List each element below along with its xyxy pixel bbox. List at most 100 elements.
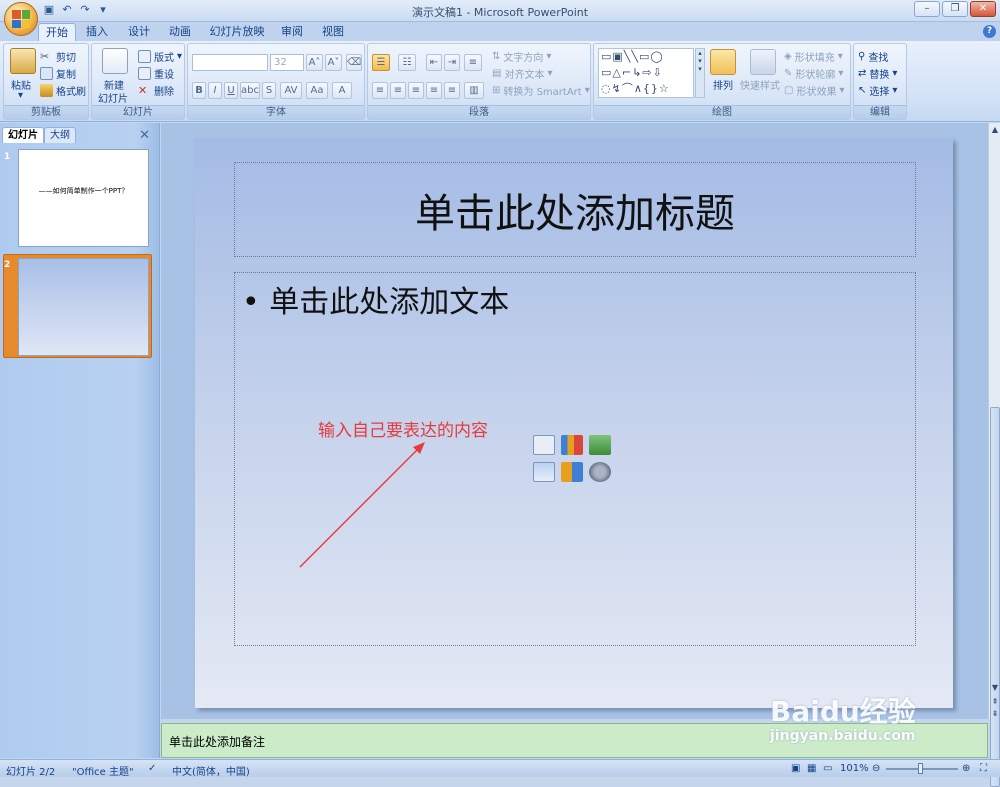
tab-slideshow[interactable]: 幻灯片放映	[208, 23, 266, 41]
find-button[interactable]: ⚲ 查找	[858, 49, 888, 64]
minimize-button[interactable]: –	[914, 1, 940, 17]
quick-styles-icon[interactable]	[750, 49, 776, 75]
paste-dropdown-icon[interactable]: ▾	[18, 90, 23, 101]
shapes-gallery[interactable]: ▭▣╲╲▭◯ ▭△⌐↳⇨⇩ ◌↯⌒∧{}☆	[598, 48, 694, 98]
char-spacing-button[interactable]: AV	[280, 82, 302, 99]
insert-chart-icon[interactable]	[561, 435, 583, 455]
layout-button[interactable]: 版式 ▾	[138, 49, 182, 64]
slideshow-view-icon[interactable]: ▭	[823, 763, 832, 774]
align-left-button[interactable]: ≡	[372, 82, 388, 99]
text-direction-button[interactable]: ⇅ 文字方向 ▾	[492, 49, 551, 64]
select-button[interactable]: ↖ 选择 ▾	[858, 83, 897, 98]
replace-button[interactable]: ⇄ 替换 ▾	[858, 66, 897, 81]
scrollbar-thumb[interactable]	[990, 407, 1000, 787]
change-case-button[interactable]: Aa	[306, 82, 328, 99]
close-button[interactable]: ✕	[970, 1, 996, 17]
tab-design[interactable]: 设计	[124, 23, 154, 41]
normal-view-icon[interactable]: ▣	[791, 763, 800, 774]
shape-effects-button[interactable]: ▢ 形状效果 ▾	[784, 83, 844, 98]
shape-fill-button[interactable]: ◈ 形状填充 ▾	[784, 49, 843, 64]
shrink-font-button[interactable]: A˅	[325, 54, 342, 71]
clear-format-button[interactable]: ⌫	[346, 54, 362, 71]
distribute-button[interactable]: ≡	[444, 82, 460, 99]
zoom-out-icon[interactable]: ⊖	[872, 763, 880, 774]
scroll-up-icon[interactable]: ▲	[990, 125, 1000, 134]
shadow-button[interactable]: S	[262, 82, 276, 99]
spellcheck-icon[interactable]: ✓	[148, 763, 156, 774]
underline-button[interactable]: U	[224, 82, 238, 99]
close-panel-icon[interactable]: ✕	[139, 128, 150, 143]
tab-animations[interactable]: 动画	[165, 23, 195, 41]
font-name-field[interactable]	[192, 54, 268, 71]
language[interactable]: 中文(简体，中国)	[172, 763, 250, 778]
vertical-scrollbar[interactable]: ▲ ▼ ⇞ ⇟	[988, 123, 1000, 787]
office-button[interactable]	[4, 2, 38, 36]
next-slide-icon[interactable]: ⇟	[990, 709, 1000, 718]
new-slide-label-2[interactable]: 幻灯片	[98, 90, 128, 105]
arrange-icon[interactable]	[710, 49, 736, 75]
slide1-thumbnail[interactable]: ——如何简单制作一个PPT？	[18, 149, 149, 247]
zoom-in-icon[interactable]: ⊕	[962, 763, 970, 774]
chevron-down-icon: ▾	[892, 68, 898, 79]
insert-media-icon[interactable]	[589, 462, 611, 482]
line-spacing-button[interactable]: ≡	[464, 54, 482, 71]
notes-placeholder[interactable]: 单击此处添加备注	[169, 733, 265, 750]
theme-name[interactable]: "Office 主题"	[72, 763, 134, 778]
insert-table-icon[interactable]	[533, 435, 555, 455]
insert-content-icons	[533, 433, 617, 487]
align-right-button[interactable]: ≡	[408, 82, 424, 99]
watermark-brand: Baidu经验	[770, 695, 916, 728]
tab-insert[interactable]: 插入	[82, 23, 112, 41]
title-placeholder-text[interactable]: 单击此处添加标题	[234, 181, 916, 239]
maximize-button[interactable]: ❐	[942, 1, 968, 17]
align-text-button[interactable]: ▤ 对齐文本 ▾	[492, 66, 552, 81]
delete-label: 删除	[154, 87, 174, 98]
font-color-button[interactable]: A	[332, 82, 352, 99]
delete-button[interactable]: ✕ 删除	[138, 83, 174, 98]
columns-button[interactable]: ▥	[464, 82, 484, 99]
bold-button[interactable]: B	[192, 82, 206, 99]
shape-outline-button[interactable]: ✎ 形状轮廓 ▾	[784, 66, 843, 81]
insert-smartart-icon[interactable]	[589, 435, 611, 455]
copy-button[interactable]: 复制	[40, 66, 76, 81]
zoom-level[interactable]: 101%	[840, 763, 869, 774]
font-size-field[interactable]: 32	[270, 54, 304, 71]
format-painter-button[interactable]: 格式刷	[40, 83, 86, 98]
window-controls: – ❐ ✕	[914, 1, 996, 17]
insert-clipart-icon[interactable]	[561, 462, 583, 482]
insert-picture-icon[interactable]	[533, 462, 555, 482]
group-font: 32 A˄ A˅ ⌫ B I U abc S AV Aa A 字体	[187, 43, 365, 120]
convert-smartart-button[interactable]: ⊞ 转换为 SmartArt ▾	[492, 83, 590, 98]
zoom-slider-thumb[interactable]	[918, 763, 923, 774]
cut-button[interactable]: ✂ 剪切	[40, 49, 76, 64]
decrease-indent-button[interactable]: ⇤	[426, 54, 442, 71]
reset-button[interactable]: 重设	[138, 66, 174, 81]
numbering-button[interactable]: ☷	[398, 54, 416, 71]
shapes-gallery-scroll[interactable]: ▴ ▾ ▾	[695, 48, 705, 98]
previous-slide-icon[interactable]: ⇞	[990, 697, 1000, 706]
bullets-button[interactable]: ☰	[372, 54, 390, 71]
body-placeholder-text[interactable]: • 单击此处添加文本	[242, 277, 509, 321]
fit-window-icon[interactable]: ⛶	[980, 763, 987, 774]
help-icon[interactable]: ?	[983, 25, 996, 38]
tab-view[interactable]: 视图	[318, 23, 348, 41]
new-slide-icon[interactable]	[102, 48, 128, 74]
italic-button[interactable]: I	[208, 82, 222, 99]
font-group-label: 字体	[188, 105, 364, 119]
slide2-thumbnail[interactable]	[18, 258, 149, 356]
quick-styles-button[interactable]: 快速样式	[740, 77, 780, 92]
tab-outline-panel[interactable]: 大纲	[44, 127, 76, 143]
justify-button[interactable]: ≡	[426, 82, 442, 99]
slide-sorter-icon[interactable]: ▦	[807, 763, 816, 774]
arrange-button[interactable]: 排列	[713, 77, 733, 92]
paste-icon[interactable]	[10, 48, 36, 74]
scroll-down-icon[interactable]: ▼	[990, 683, 1000, 692]
tab-home[interactable]: 开始	[38, 23, 76, 41]
align-center-button[interactable]: ≡	[390, 82, 406, 99]
chevron-down-icon: ▾	[838, 68, 844, 79]
tab-review[interactable]: 审阅	[277, 23, 307, 41]
strikethrough-button[interactable]: abc	[240, 82, 260, 99]
grow-font-button[interactable]: A˄	[306, 54, 323, 71]
tab-slides-panel[interactable]: 幻灯片	[2, 127, 44, 143]
increase-indent-button[interactable]: ⇥	[444, 54, 460, 71]
